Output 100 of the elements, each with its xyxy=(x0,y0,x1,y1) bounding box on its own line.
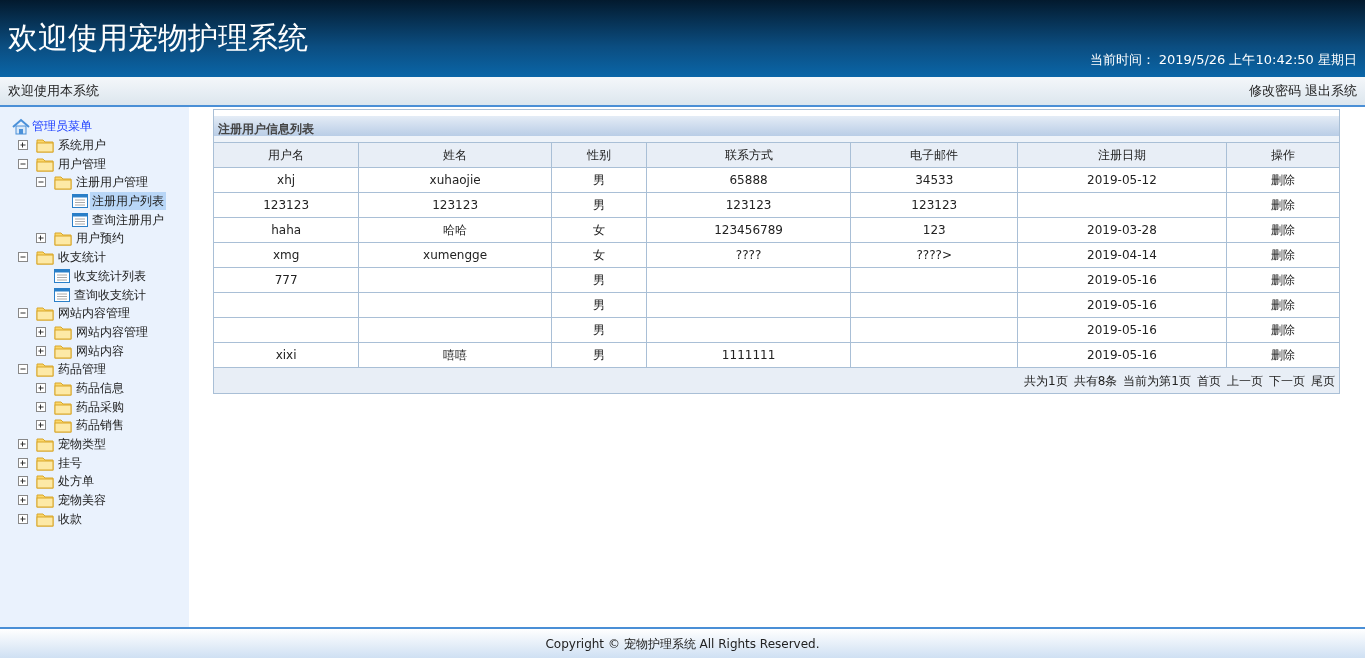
collapse-box-icon[interactable] xyxy=(18,158,28,169)
menu-item[interactable]: 用户预约 xyxy=(74,229,126,248)
folder-icon xyxy=(54,174,72,191)
expand-box-icon[interactable] xyxy=(36,233,46,244)
menu-item[interactable]: 药品销售 xyxy=(74,416,126,435)
menu-item[interactable]: 网站内容管理 xyxy=(56,304,132,323)
table-cell: xumengge xyxy=(358,242,552,268)
folder-icon xyxy=(54,379,72,396)
delete-link[interactable]: 删除 xyxy=(1270,323,1295,337)
column-header: 用户名 xyxy=(214,142,359,168)
menu-item[interactable]: 查询收支统计 xyxy=(72,285,148,304)
menu-item[interactable]: 收支统计 xyxy=(56,248,108,267)
menu-item[interactable]: 查询注册用户 xyxy=(90,210,166,229)
table-cell: 123 xyxy=(850,217,1018,243)
delete-link[interactable]: 删除 xyxy=(1270,248,1295,262)
document-icon xyxy=(72,211,88,228)
menu-item[interactable]: 药品采购 xyxy=(74,397,126,416)
copyright-footer: Copyright © 宠物护理系统 All Rights Reserved. xyxy=(0,627,1365,658)
collapse-box-icon[interactable] xyxy=(18,252,28,263)
table-cell: haha xyxy=(214,217,359,243)
document-icon xyxy=(54,286,70,303)
table-cell: 男 xyxy=(551,292,647,318)
column-header: 电子邮件 xyxy=(850,142,1018,168)
table-cell: 65888 xyxy=(646,167,851,193)
menu-item[interactable]: 注册用户管理 xyxy=(74,173,150,192)
menu-item[interactable]: 药品管理 xyxy=(56,360,108,379)
pager-link[interactable]: 下一页 xyxy=(1269,371,1305,390)
expand-box-icon[interactable] xyxy=(36,382,46,393)
collapse-box-icon[interactable] xyxy=(18,364,28,375)
folder-icon xyxy=(36,305,54,322)
home-icon xyxy=(12,117,30,135)
folder-icon xyxy=(54,417,72,434)
document-icon xyxy=(54,267,70,284)
expand-box-icon[interactable] xyxy=(36,345,46,356)
delete-link[interactable]: 删除 xyxy=(1270,173,1295,187)
delete-link[interactable]: 删除 xyxy=(1270,198,1295,212)
app-title: 欢迎使用宠物护理系统 xyxy=(8,19,308,57)
menu-item[interactable]: 宠物美容 xyxy=(56,491,108,510)
menu-item[interactable]: 挂号 xyxy=(56,453,84,472)
expand-box-icon[interactable] xyxy=(36,326,46,337)
folder-icon xyxy=(36,155,54,172)
delete-link[interactable]: 删除 xyxy=(1270,223,1295,237)
header-link[interactable]: 退出系统 xyxy=(1305,81,1357,101)
table-cell: ???? xyxy=(646,242,851,268)
menu-root[interactable]: 管理员菜单 xyxy=(30,117,94,136)
folder-icon xyxy=(36,249,54,266)
pager-link[interactable]: 首页 xyxy=(1197,371,1221,390)
folder-icon xyxy=(36,454,54,471)
expand-box-icon[interactable] xyxy=(18,140,28,151)
folder-icon xyxy=(54,323,72,340)
expand-box-icon[interactable] xyxy=(18,476,28,487)
expand-box-icon[interactable] xyxy=(36,401,46,412)
menu-item[interactable]: 处方单 xyxy=(56,472,96,491)
delete-link[interactable]: 删除 xyxy=(1270,348,1295,362)
menu-item[interactable]: 用户管理 xyxy=(56,154,108,173)
table-cell: ????> xyxy=(850,242,1018,268)
expand-box-icon[interactable] xyxy=(18,439,28,450)
table-cell: xixi xyxy=(214,342,359,368)
delete-link[interactable]: 删除 xyxy=(1270,298,1295,312)
column-header: 联系方式 xyxy=(646,142,851,168)
folder-icon xyxy=(54,342,72,359)
menu-item[interactable]: 系统用户 xyxy=(56,136,108,155)
expand-box-icon[interactable] xyxy=(18,495,28,506)
table-cell: 男 xyxy=(551,342,647,368)
menu-item[interactable]: 收支统计列表 xyxy=(72,266,148,285)
pager-info: 共为1页 xyxy=(1024,372,1068,390)
menu-item[interactable]: 药品信息 xyxy=(74,378,126,397)
pager-info: 当前为第1页 xyxy=(1123,372,1191,390)
table-cell: 777 xyxy=(214,267,359,293)
table-cell: 2019-05-16 xyxy=(1017,292,1227,318)
table-cell: 男 xyxy=(551,267,647,293)
table-cell: 男 xyxy=(551,192,647,218)
table-cell: 2019-04-14 xyxy=(1017,242,1227,268)
table-cell: 女 xyxy=(551,217,647,243)
delete-link[interactable]: 删除 xyxy=(1270,273,1295,287)
table-cell: 男 xyxy=(551,317,647,343)
document-icon xyxy=(72,193,88,210)
table-cell: 34533 xyxy=(850,167,1018,193)
table-cell: xuhaojie xyxy=(358,167,552,193)
table-cell: 男 xyxy=(551,167,647,193)
menu-item[interactable]: 注册用户列表 xyxy=(90,192,166,211)
collapse-box-icon[interactable] xyxy=(36,177,46,188)
menu-item[interactable]: 网站内容管理 xyxy=(74,322,150,341)
table-cell: 2019-05-16 xyxy=(1017,317,1227,343)
pager-link[interactable]: 尾页 xyxy=(1311,371,1335,390)
pager-link[interactable]: 上一页 xyxy=(1227,371,1263,390)
table-cell: 123123 xyxy=(214,192,359,218)
table-cell: xmg xyxy=(214,242,359,268)
expand-box-icon[interactable] xyxy=(18,513,28,524)
folder-icon xyxy=(36,436,54,453)
table-cell: 女 xyxy=(551,242,647,268)
expand-box-icon[interactable] xyxy=(18,457,28,468)
header-link[interactable]: 修改密码 xyxy=(1249,81,1301,101)
menu-item[interactable]: 网站内容 xyxy=(74,341,126,360)
menu-item[interactable]: 宠物类型 xyxy=(56,435,108,454)
collapse-box-icon[interactable] xyxy=(18,308,28,319)
folder-icon xyxy=(36,361,54,378)
table-cell: 2019-05-12 xyxy=(1017,167,1227,193)
expand-box-icon[interactable] xyxy=(36,420,46,431)
menu-item[interactable]: 收款 xyxy=(56,509,84,528)
